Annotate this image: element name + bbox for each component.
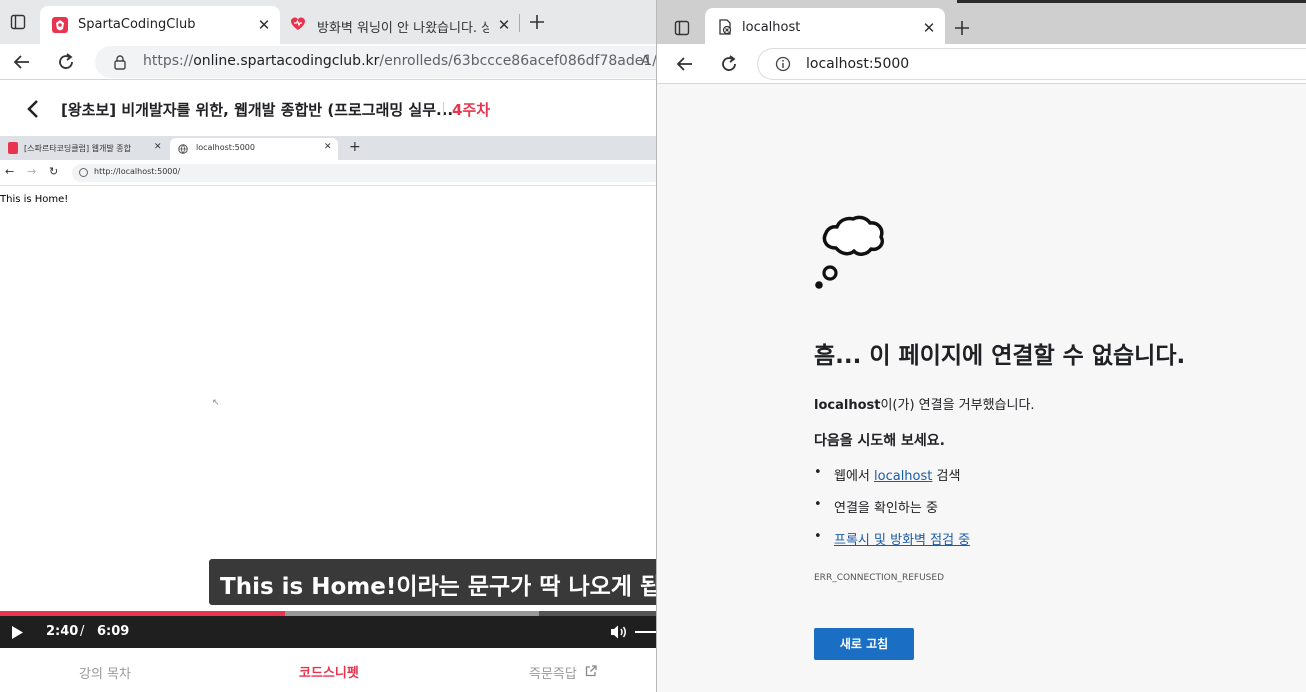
external-link-icon <box>585 665 597 677</box>
url-text: https://online.spartacodingclub.kr/enrol… <box>143 53 657 69</box>
right-tab-strip: localhost ✕ <box>657 0 1306 44</box>
back-chevron-icon[interactable] <box>26 99 40 119</box>
cursor-icon: ↖ <box>212 398 220 408</box>
volume-slider[interactable] <box>635 631 657 633</box>
suggestions-title: 다음을 시도해 보세요. <box>814 433 945 449</box>
tab-localhost[interactable]: localhost ✕ <box>705 8 945 44</box>
course-title: [왕초보] 비개발자를 위한, 웹개발 종합반 (프로그래밍 실무... <box>61 101 454 119</box>
tab-actions-icon[interactable] <box>674 20 690 36</box>
back-icon[interactable] <box>12 52 32 72</box>
tab-divider <box>519 14 520 32</box>
broken-page-icon <box>717 19 733 35</box>
back-icon[interactable] <box>675 54 695 74</box>
video-browser-tabs: [스파르타코딩클럽] 웹개발 종합 ✕ localhost:5000 ✕ + <box>0 136 657 160</box>
tab-code-snippet[interactable]: 코드스니펫 <box>299 662 359 681</box>
week-label: 4주차 <box>452 101 491 119</box>
video-subtitle: This is Home!이라는 문구가 딱 나오게 됩니다 <box>209 559 657 605</box>
error-code: ERR_CONNECTION_REFUSED <box>814 573 944 583</box>
inner-reload-icon: ↻ <box>49 165 59 178</box>
new-tab-icon[interactable] <box>529 14 545 30</box>
duration: 6:09 <box>97 624 130 639</box>
reload-icon[interactable] <box>719 54 739 74</box>
inner-active-tab: localhost:5000 ✕ <box>170 138 338 160</box>
video-browser-address: ← → ↻ http://localhost:5000/ <box>0 160 657 186</box>
lock-icon[interactable] <box>113 54 127 70</box>
inner-new-tab-icon: + <box>349 139 361 155</box>
info-icon[interactable] <box>775 56 791 72</box>
tab-qna[interactable]: 즉문즉답 <box>529 663 577 682</box>
tab-title: localhost <box>742 20 801 35</box>
left-address-bar: https://online.spartacodingclub.kr/enrol… <box>0 44 657 80</box>
close-tab-icon[interactable]: ✕ <box>496 17 512 33</box>
left-browser-window: SpartaCodingClub ✕ 방화벽 워닝이 안 나왔습니다. 상 ✕ … <box>0 0 657 692</box>
sparta-favicon-icon <box>52 17 68 33</box>
tab-curriculum[interactable]: 강의 목차 <box>79 663 131 682</box>
inner-url-field: http://localhost:5000/ <box>72 164 657 182</box>
reload-icon[interactable] <box>56 52 76 72</box>
close-tab-icon[interactable]: ✕ <box>256 17 272 33</box>
volume-icon[interactable] <box>610 624 628 640</box>
video-page-text: This is Home! <box>0 194 69 205</box>
reload-button[interactable]: 새로 고침 <box>814 628 914 660</box>
url-field[interactable]: localhost:5000 <box>757 48 1306 80</box>
error-description: localhost이(가) 연결을 거부했습니다. <box>814 398 1035 413</box>
current-time: 2:40 <box>46 624 79 639</box>
globe-icon <box>178 144 188 154</box>
thought-cloud-icon <box>814 214 894 294</box>
error-title: 흠... 이 페이지에 연결할 수 없습니다. <box>814 343 1186 369</box>
lecture-video[interactable]: [스파르타코딩클럽] 웹개발 종합 ✕ localhost:5000 ✕ + ←… <box>0 136 657 648</box>
left-tab-strip: SpartaCodingClub ✕ 방화벽 워닝이 안 나왔습니다. 상 ✕ <box>0 0 657 44</box>
title-divider <box>443 102 444 116</box>
heart-favicon-icon <box>290 16 306 32</box>
new-tab-icon[interactable] <box>954 20 970 36</box>
inner-favicon-icon <box>8 142 18 154</box>
window-top-border <box>957 0 1306 3</box>
search-localhost-link[interactable]: localhost <box>874 469 932 484</box>
tab-title: SpartaCodingClub <box>78 17 196 32</box>
right-address-bar: localhost:5000 <box>657 44 1306 84</box>
right-browser-window: localhost ✕ localhost:5000 흠... 이 페이지에 연… <box>656 0 1306 692</box>
tab-spartacodingclub[interactable]: SpartaCodingClub ✕ <box>40 6 280 44</box>
lecture-bottom-tabs: 강의 목차 코드스니펫 즉문즉답 <box>0 648 657 692</box>
video-controls: 2:40 / 6:09 <box>0 616 657 648</box>
inner-forward-icon: → <box>27 165 37 178</box>
read-aloud-icon[interactable]: A <box>641 54 650 69</box>
tab-actions-icon[interactable] <box>10 14 26 30</box>
play-icon[interactable] <box>12 626 23 639</box>
inner-back-icon: ← <box>5 165 15 178</box>
time-separator: / <box>80 624 85 639</box>
url-text: localhost:5000 <box>806 56 910 72</box>
inner-url-text: http://localhost:5000/ <box>94 167 181 176</box>
tab-title: 방화벽 워닝이 안 나왔습니다. 상 <box>317 21 489 36</box>
url-field[interactable]: https://online.spartacodingclub.kr/enrol… <box>95 46 657 78</box>
close-tab-icon[interactable]: ✕ <box>921 20 937 36</box>
proxy-firewall-link[interactable]: 프록시 및 방화벽 점검 중 <box>834 529 970 548</box>
inner-info-icon <box>79 168 88 177</box>
course-header: [왕초보] 비개발자를 위한, 웹개발 종합반 (프로그래밍 실무... 4주차 <box>0 80 657 136</box>
